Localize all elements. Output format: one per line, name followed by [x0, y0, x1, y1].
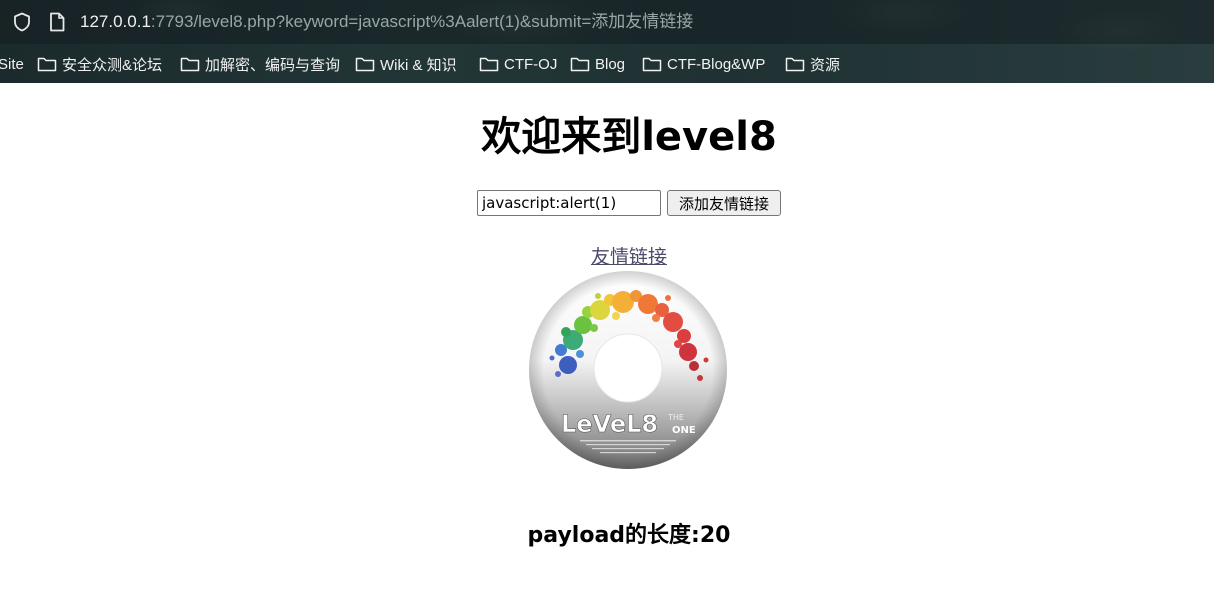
bookmarks-bar: Site 安全众测&论坛 加解密、编码与查询 Wiki & 知识 CTF-OJ … [0, 46, 1214, 83]
page-content: 欢迎来到level8 添加友情链接 友情链接 [0, 83, 1214, 611]
folder-icon [785, 57, 805, 72]
add-link-button[interactable]: 添加友情链接 [667, 190, 781, 216]
url-text[interactable]: 127.0.0.1:7793/level8.php?keyword=javasc… [80, 10, 693, 34]
bookmark-label: 资源 [810, 56, 841, 74]
folder-icon [180, 57, 200, 72]
disc-logo-text: LeVeL8 [561, 410, 658, 438]
folder-icon [355, 57, 375, 72]
url-path: :7793/level8.php?keyword=javascript%3Aal… [150, 12, 694, 31]
browser-chrome: 127.0.0.1:7793/level8.php?keyword=javasc… [0, 0, 1214, 83]
folder-icon [642, 57, 662, 72]
bookmark-label: Site [0, 55, 24, 73]
friend-link[interactable]: 友情链接 [0, 243, 1214, 271]
folder-icon [479, 57, 499, 72]
bookmark-label: Wiki & 知识 [380, 56, 457, 74]
folder-icon [37, 57, 57, 72]
bookmark-folder-wiki[interactable]: Wiki & 知识 [355, 53, 457, 75]
bookmark-folder-crypto[interactable]: 加解密、编码与查询 [180, 53, 340, 75]
page-icon [50, 12, 65, 32]
url-host: 127.0.0.1 [80, 12, 151, 31]
bookmark-folder-resources[interactable]: 资源 [785, 53, 840, 75]
folder-icon [570, 57, 590, 72]
level8-disc-image: LeVeL8 THE ONE [529, 271, 727, 469]
bookmark-label: 安全众测&论坛 [62, 56, 163, 74]
address-bar[interactable]: 127.0.0.1:7793/level8.php?keyword=javasc… [0, 0, 1214, 44]
page-title: 欢迎来到level8 [481, 114, 777, 160]
payload-length-text: payload的长度:20 [527, 523, 731, 548]
disc-small-text-top: THE [667, 413, 684, 422]
bookmark-folder-blog[interactable]: Blog [570, 53, 625, 75]
bookmark-site[interactable]: Site [0, 53, 24, 75]
bookmark-label: 加解密、编码与查询 [205, 56, 341, 74]
shield-icon[interactable] [12, 12, 32, 32]
keyword-input[interactable] [477, 190, 661, 216]
bookmark-folder-ctf-oj[interactable]: CTF-OJ [479, 53, 557, 75]
bookmark-folder-security[interactable]: 安全众测&论坛 [37, 53, 162, 75]
bookmark-label: CTF-OJ [504, 55, 558, 73]
disc-small-text-bottom: ONE [672, 425, 696, 436]
bookmark-folder-ctf-blog[interactable]: CTF-Blog&WP [642, 53, 765, 75]
bookmark-label: CTF-Blog&WP [667, 55, 766, 73]
bookmark-label: Blog [595, 55, 626, 73]
